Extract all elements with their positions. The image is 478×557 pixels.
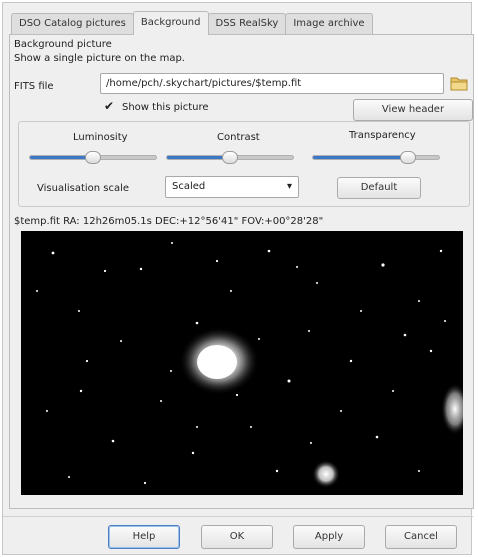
transparency-slider-fill xyxy=(313,156,408,159)
transparency-label: Transparency xyxy=(349,130,416,141)
folder-open-icon[interactable] xyxy=(450,75,468,91)
tab-dss-realsky[interactable]: DSS RealSky xyxy=(207,13,287,35)
fits-image-preview xyxy=(21,231,463,495)
fits-file-input[interactable]: /home/pch/.skychart/pictures/$temp.fit xyxy=(100,73,444,94)
help-button[interactable]: Help xyxy=(108,525,180,549)
tab-background[interactable]: Background xyxy=(132,11,209,35)
luminosity-slider[interactable] xyxy=(29,151,157,164)
visualisation-scale-value: Scaled xyxy=(172,181,206,192)
contrast-slider-handle[interactable] xyxy=(222,151,238,164)
background-panel: Background picture Show a single picture… xyxy=(9,34,474,509)
tab-image-archive[interactable]: Image archive xyxy=(285,13,373,35)
show-picture-checkbox[interactable]: ✔ xyxy=(104,99,114,113)
image-info-line: $temp.fit RA: 12h26m05.1s DEC:+12°56'41"… xyxy=(14,216,324,227)
view-header-button[interactable]: View header xyxy=(353,99,473,121)
adjustments-group: Luminosity Contrast Transparency Visuali… xyxy=(18,121,470,207)
section-title: Background picture xyxy=(14,39,112,50)
visualisation-scale-select[interactable]: Scaled ▾ xyxy=(165,176,299,198)
ok-button[interactable]: OK xyxy=(201,525,273,549)
footer-divider xyxy=(3,516,473,517)
transparency-slider-handle[interactable] xyxy=(399,151,416,164)
contrast-slider-fill xyxy=(167,156,230,159)
default-button[interactable]: Default xyxy=(337,177,421,199)
configuration-dialog: DSO Catalog pictures Background DSS Real… xyxy=(2,2,474,555)
tab-bar: DSO Catalog pictures Background DSS Real… xyxy=(11,11,373,35)
luminosity-label: Luminosity xyxy=(73,132,128,143)
tab-dso-catalog-pictures[interactable]: DSO Catalog pictures xyxy=(11,13,134,35)
section-description: Show a single picture on the map. xyxy=(14,53,185,64)
luminosity-slider-fill xyxy=(30,156,93,159)
fits-file-label: FITS file xyxy=(14,81,54,92)
chevron-down-icon: ▾ xyxy=(286,181,292,192)
contrast-slider[interactable] xyxy=(166,151,294,164)
contrast-label: Contrast xyxy=(217,132,260,143)
show-picture-label: Show this picture xyxy=(122,102,209,113)
galaxy-image xyxy=(21,231,463,495)
transparency-slider[interactable] xyxy=(312,151,440,164)
visualisation-scale-label: Visualisation scale xyxy=(37,183,130,194)
apply-button[interactable]: Apply xyxy=(293,525,365,549)
cancel-button[interactable]: Cancel xyxy=(385,525,457,549)
luminosity-slider-handle[interactable] xyxy=(85,151,101,164)
